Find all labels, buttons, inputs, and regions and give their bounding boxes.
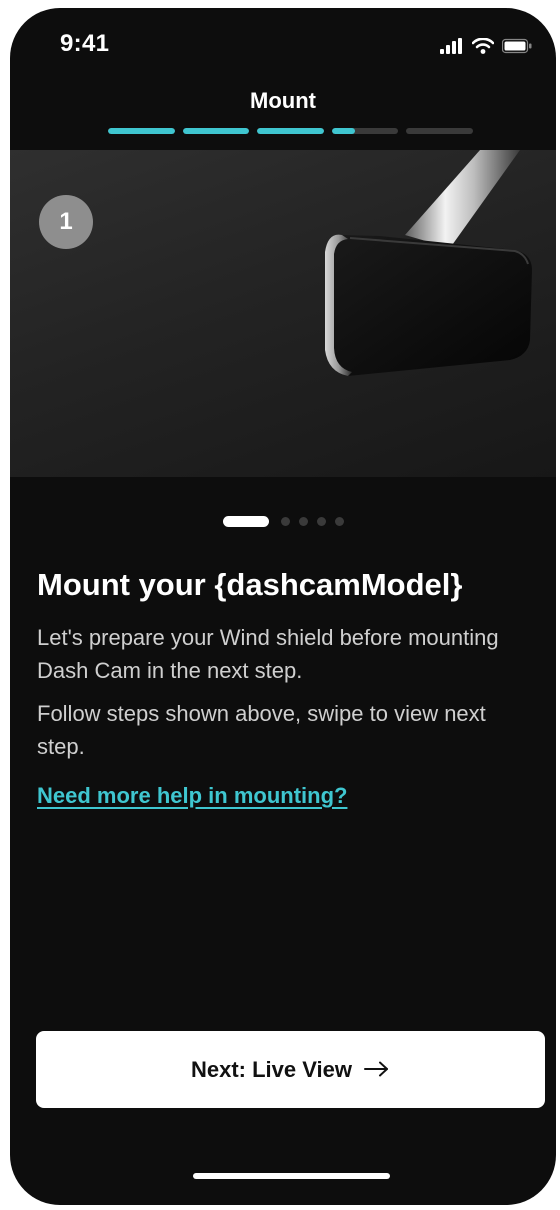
progress-segment	[406, 128, 473, 134]
next-button-label: Next: Live View	[191, 1056, 352, 1082]
carousel-dot[interactable]	[298, 517, 308, 526]
phone-screen: 9:41 Mount 1 Mount your {dashcamModel} L…	[10, 8, 556, 1205]
signal-icon	[440, 38, 464, 54]
carousel-dot[interactable]	[316, 517, 326, 526]
carousel-pagination	[10, 516, 556, 527]
mount-step-image[interactable]: 1	[10, 150, 556, 477]
progress-segment	[257, 128, 324, 134]
instruction-text: Let's prepare your Wind shield before mo…	[37, 624, 499, 683]
progress-segment	[182, 128, 250, 134]
next-live-view-button[interactable]: Next: Live View	[36, 1031, 545, 1108]
home-indicator[interactable]	[193, 1173, 390, 1179]
step-number-badge: 1	[39, 195, 93, 249]
step-progress-bar	[108, 128, 473, 134]
battery-icon	[502, 38, 532, 54]
dashcam-mount-illustration	[325, 150, 532, 376]
instructions-panel: Mount your {dashcamModel} Let's prepare …	[37, 566, 527, 809]
carousel-dot-active[interactable]	[222, 516, 269, 527]
page-title: Mount	[250, 88, 316, 113]
wifi-icon	[472, 38, 494, 54]
arrow-right-icon	[364, 1057, 390, 1083]
progress-segment	[108, 128, 175, 134]
step-title: Mount your {dashcamModel}	[37, 567, 463, 602]
swipe-hint-text: Follow steps shown above, swipe to view …	[37, 700, 486, 759]
carousel-dot[interactable]	[334, 517, 344, 526]
status-time: 9:41	[60, 30, 110, 57]
status-icons	[440, 36, 532, 56]
help-link[interactable]: Need more help in mounting?	[37, 783, 347, 809]
progress-segment	[331, 128, 399, 134]
carousel-dot[interactable]	[280, 517, 290, 526]
